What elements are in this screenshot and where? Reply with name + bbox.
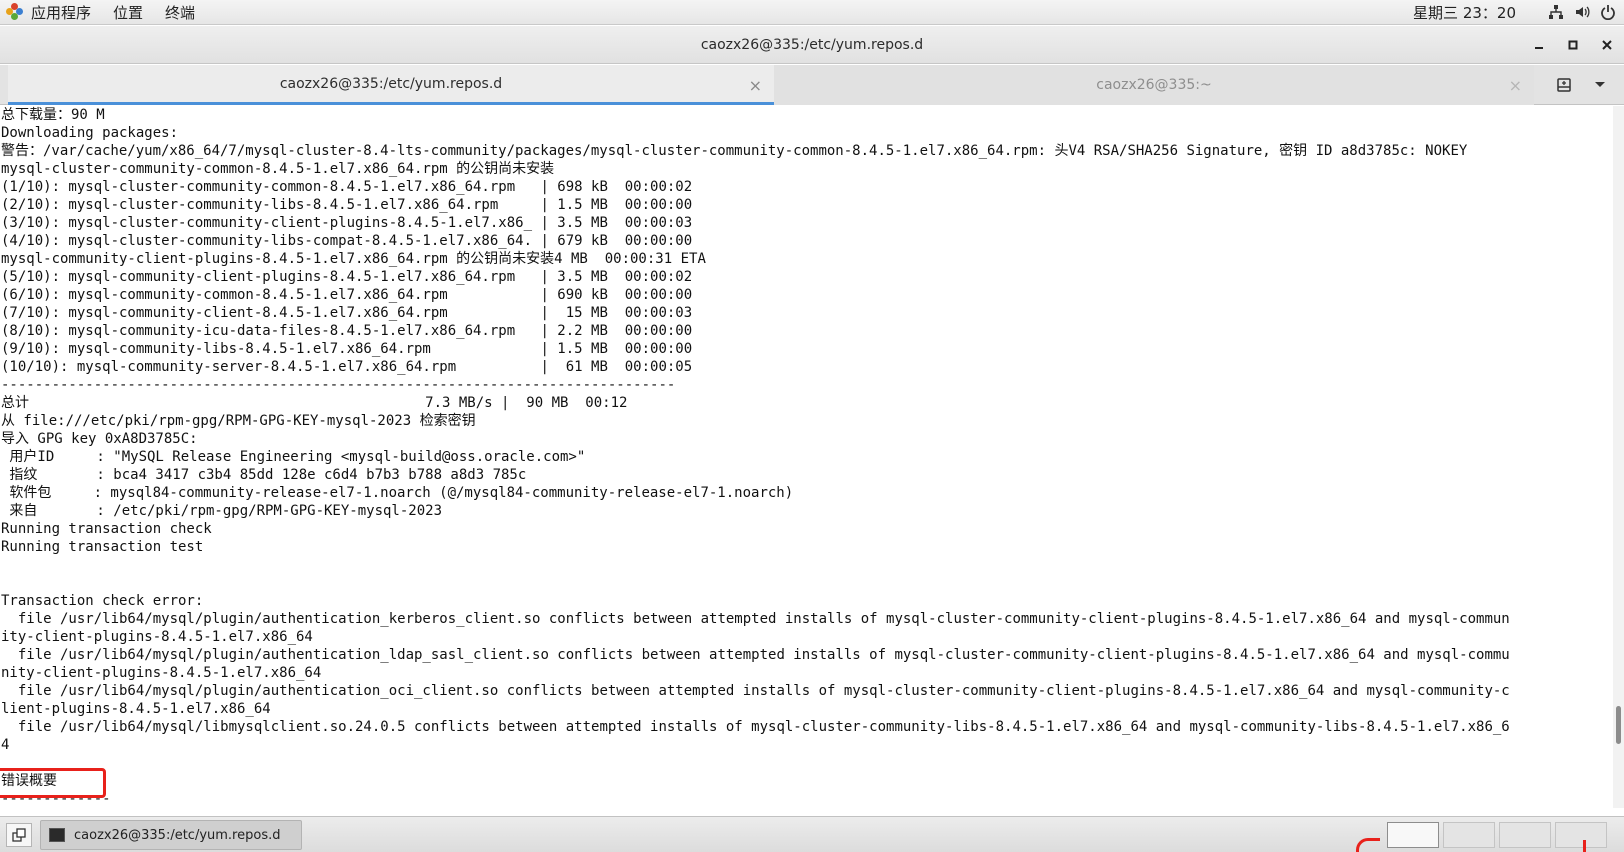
terminal-line: 警告：/var/cache/yum/x86_64/7/mysql-cluster… (1, 143, 1468, 159)
terminal-line: 来自 : /etc/pki/rpm-gpg/RPM-GPG-KEY-mysql-… (1, 503, 443, 519)
terminal-line: ------------- (1, 791, 111, 807)
taskbar-item-label: caozx26@335:/etc/yum.repos.d (74, 827, 281, 843)
terminal-line: (6/10): mysql-community-common-8.4.5-1.e… (1, 287, 693, 303)
terminal-line: file /usr/lib64/mysql/libmysqlclient.so.… (1, 719, 1510, 735)
top-menu: 应用程序 位置 终端 (0, 0, 206, 24)
new-tab-icon (1557, 77, 1571, 92)
menu-places[interactable]: 位置 (102, 0, 154, 24)
terminal-tab-bar: caozx26@335:/etc/yum.repos.d × caozx26@3… (0, 65, 1624, 105)
terminal-line: nity-client-plugins-8.4.5-1.el7.x86_64 (1, 665, 322, 681)
network-icon[interactable] (1548, 4, 1564, 20)
bottom-taskbar: caozx26@335:/etc/yum.repos.d (0, 816, 1624, 852)
terminal-line: 导入 GPG key 0xA8D3785C: (1, 431, 198, 447)
terminal-line: Running transaction check (1, 521, 212, 537)
maximize-icon (1568, 40, 1578, 50)
terminal-line: ----------------------------------------… (1, 377, 676, 393)
taskbar-item-terminal[interactable]: caozx26@335:/etc/yum.repos.d (40, 820, 302, 850)
power-icon[interactable] (1600, 4, 1616, 20)
annotation-stroke (1578, 840, 1586, 852)
annotation-stroke (1356, 838, 1380, 852)
new-tab-button[interactable] (1546, 65, 1582, 105)
terminal-line: ity-client-plugins-8.4.5-1.el7.x86_64 (1, 629, 313, 645)
tab-menu-button[interactable] (1582, 65, 1618, 105)
top-right-area: 星期三 23：20 (1413, 0, 1624, 24)
close-icon (1602, 40, 1612, 50)
scrollbar-thumb[interactable] (1616, 706, 1621, 744)
terminal-line: Running transaction test (1, 539, 204, 555)
terminal-line: (4/10): mysql-cluster-community-libs-com… (1, 233, 693, 249)
terminal-line: 指纹 : bca4 3417 c3b4 85dd 128e c6d4 b7b3 … (1, 467, 527, 483)
terminal-line: (3/10): mysql-cluster-community-client-p… (1, 215, 693, 231)
menu-terminal-label: 终端 (165, 3, 196, 22)
show-desktop-icon (12, 828, 26, 842)
menu-applications-label: 应用程序 (31, 3, 92, 22)
window-title: caozx26@335:/etc/yum.repos.d (700, 36, 924, 53)
window-controls (1522, 26, 1624, 64)
applications-icon (6, 3, 24, 21)
terminal-line: file /usr/lib64/mysql/plugin/authenticat… (1, 683, 1510, 699)
clock[interactable]: 星期三 23：20 (1413, 2, 1516, 23)
terminal-line: 用户ID : "MySQL Release Engineering <mysql… (1, 449, 586, 465)
tab-yum-repos[interactable]: caozx26@335:/etc/yum.repos.d × (8, 65, 774, 105)
workspace-2[interactable] (1443, 822, 1495, 848)
terminal-line: 从 file:///etc/pki/rpm-gpg/RPM-GPG-KEY-my… (1, 413, 476, 429)
tab-close-icon[interactable]: × (749, 76, 762, 95)
terminal-line: (9/10): mysql-community-libs-8.4.5-1.el7… (1, 341, 693, 357)
workspace-3[interactable] (1499, 822, 1551, 848)
volume-icon[interactable] (1574, 4, 1590, 20)
minimize-icon (1535, 47, 1543, 49)
chevron-down-icon (1595, 81, 1605, 87)
workspace-1[interactable] (1387, 822, 1439, 848)
terminal-line: (1/10): mysql-cluster-community-common-8… (1, 179, 693, 195)
tab-label: caozx26@335:/etc/yum.repos.d (279, 75, 503, 92)
show-desktop-button[interactable] (6, 823, 32, 847)
minimize-button[interactable] (1522, 26, 1556, 64)
close-button[interactable] (1590, 26, 1624, 64)
tab-home[interactable]: caozx26@335:~ × (774, 65, 1534, 105)
terminal-line: 总计 7.3 MB/s | 90 MB 00:12 (1, 395, 628, 411)
tab-actions (1534, 65, 1624, 104)
tab-label: caozx26@335:~ (1096, 77, 1212, 93)
terminal-line: (10/10): mysql-community-server-8.4.5-1.… (1, 359, 693, 375)
terminal-line: (5/10): mysql-community-client-plugins-8… (1, 269, 693, 285)
terminal-line: (2/10): mysql-cluster-community-libs-8.4… (1, 197, 693, 213)
terminal-line: 总下载量：90 M (1, 107, 105, 123)
terminal-scrollbar[interactable] (1613, 106, 1624, 808)
maximize-button[interactable] (1556, 26, 1590, 64)
window-title-bar[interactable]: caozx26@335:/etc/yum.repos.d (0, 26, 1624, 64)
terminal-line: (8/10): mysql-community-icu-data-files-8… (1, 323, 693, 339)
terminal-line: lient-plugins-8.4.5-1.el7.x86_64 (1, 701, 271, 717)
terminal-line: file /usr/lib64/mysql/plugin/authenticat… (1, 647, 1510, 663)
terminal-line: file /usr/lib64/mysql/plugin/authenticat… (1, 611, 1510, 627)
terminal-line: Transaction check error: (1, 593, 204, 609)
terminal-line: mysql-community-client-plugins-8.4.5-1.e… (1, 251, 706, 267)
top-panel: 应用程序 位置 终端 星期三 23：20 (0, 0, 1624, 25)
terminal-line: 4 (1, 737, 10, 753)
terminal-line: 错误概要 (1, 773, 57, 789)
menu-places-label: 位置 (113, 3, 144, 22)
highlight-annotation (0, 768, 106, 798)
terminal-line: (7/10): mysql-community-client-8.4.5-1.e… (1, 305, 693, 321)
menu-applications[interactable]: 应用程序 (0, 0, 102, 24)
terminal-output[interactable]: 总下载量：90 M Downloading packages: 警告：/var/ca… (0, 106, 1613, 808)
terminal-icon (49, 828, 65, 842)
terminal-line: mysql-cluster-community-common-8.4.5-1.e… (1, 161, 555, 177)
terminal-line: 软件包 : mysql84-community-release-el7-1.no… (1, 485, 794, 501)
terminal-line: Downloading packages: (1, 125, 179, 141)
menu-terminal[interactable]: 终端 (154, 0, 206, 24)
tab-close-icon[interactable]: × (1509, 76, 1522, 95)
